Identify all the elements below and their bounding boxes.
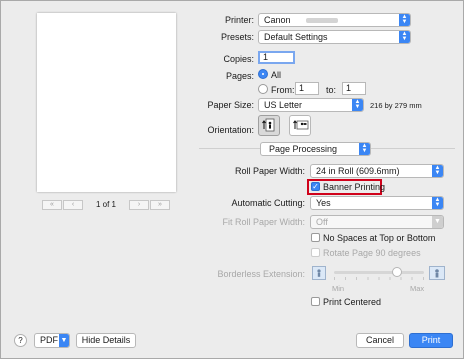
- last-page-button[interactable]: »: [150, 200, 170, 210]
- pages-to-field[interactable]: 1: [342, 82, 366, 95]
- paper-size-select[interactable]: US Letter ▲ ▼: [258, 98, 364, 112]
- no-spaces-label: No Spaces at Top or Bottom: [323, 233, 436, 243]
- roll-paper-width-select[interactable]: 24 in Roll (609.6mm) ▲ ▼: [310, 164, 444, 178]
- printer-name-blurred: [306, 18, 338, 23]
- print-centered-label: Print Centered: [323, 297, 382, 307]
- slider-max-label: Max: [410, 284, 425, 293]
- no-spaces-checkbox[interactable]: [311, 233, 320, 242]
- chevron-updown-icon: ▲ ▼: [399, 31, 410, 43]
- slider-track: [334, 271, 424, 274]
- hide-details-button[interactable]: Hide Details: [76, 333, 136, 348]
- borderless-extension-label: Borderless Extension:: [217, 269, 305, 279]
- landscape-icon: [293, 120, 309, 130]
- cancel-button[interactable]: Cancel: [356, 333, 404, 348]
- pdf-label: PDF: [40, 335, 58, 345]
- rotate-page-checkbox[interactable]: [311, 248, 320, 257]
- banner-printing-label: Banner Printing: [323, 182, 386, 192]
- fit-roll-paper-width-label: Fit Roll Paper Width:: [222, 217, 305, 227]
- paper-dimensions: 216 by 279 mm: [370, 101, 422, 110]
- slider-tick-marks: [334, 277, 424, 280]
- pages-label: Pages:: [225, 71, 254, 81]
- previous-page-button[interactable]: ‹: [63, 200, 83, 210]
- fit-roll-paper-width-select[interactable]: Off ▼: [310, 215, 444, 229]
- presets-select[interactable]: Default Settings ▲ ▼: [258, 30, 411, 44]
- automatic-cutting-select[interactable]: Yes ▲ ▼: [310, 196, 444, 210]
- chevron-updown-icon: ▲ ▼: [432, 165, 443, 177]
- print-button[interactable]: Print: [409, 333, 453, 348]
- pages-from-label: From:: [271, 85, 295, 95]
- portrait-orientation-button[interactable]: [258, 115, 280, 136]
- printer-value: Canon: [264, 15, 291, 25]
- borderless-extension-max-icon: [429, 266, 445, 280]
- pages-from-field[interactable]: 1: [295, 82, 319, 95]
- chevron-updown-icon: ▲ ▼: [352, 99, 363, 111]
- borderless-extension-slider[interactable]: [334, 264, 424, 282]
- chevron-down-icon: ▼: [59, 334, 69, 347]
- printer-select[interactable]: Canon ▲ ▼: [258, 13, 411, 27]
- page-preview: [37, 13, 176, 192]
- rotate-page-label: Rotate Page 90 degrees: [323, 248, 421, 258]
- first-page-button[interactable]: «: [42, 200, 62, 210]
- portrait-icon: [262, 118, 275, 132]
- chevron-down-icon: ▼: [432, 216, 443, 228]
- roll-paper-width-value: 24 in Roll (609.6mm): [316, 166, 400, 176]
- paper-size-value: US Letter: [264, 100, 303, 110]
- section-value: Page Processing: [269, 144, 338, 154]
- slider-min-label: Min: [332, 284, 345, 293]
- pdf-menu-button[interactable]: PDF ▼: [34, 333, 70, 348]
- pages-to-label: to:: [326, 85, 337, 95]
- copies-field[interactable]: 1: [258, 51, 295, 64]
- help-icon: ?: [18, 336, 23, 345]
- pages-from-radio[interactable]: [258, 84, 268, 94]
- automatic-cutting-value: Yes: [316, 198, 331, 208]
- banner-printing-checkbox[interactable]: ✓: [311, 182, 320, 191]
- chevron-updown-icon: ▲ ▼: [359, 143, 370, 155]
- orientation-label: Orientation:: [207, 125, 254, 135]
- chevron-updown-icon: ▲ ▼: [432, 197, 443, 209]
- help-button[interactable]: ?: [14, 334, 27, 347]
- paper-size-label: Paper Size:: [207, 100, 254, 110]
- page-indicator: 1 of 1: [95, 200, 116, 209]
- chevron-updown-icon: ▲ ▼: [399, 14, 410, 26]
- pages-all-label: All: [271, 70, 282, 80]
- presets-value: Default Settings: [264, 32, 328, 42]
- borderless-min-icon: [312, 266, 326, 280]
- roll-paper-width-label: Roll Paper Width:: [234, 166, 305, 176]
- next-page-button[interactable]: ›: [129, 200, 149, 210]
- print-dialog: « ‹ 1 of 1 › » Printer: Canon ▲ ▼ Presets…: [0, 0, 464, 359]
- fit-roll-paper-width-value: Off: [316, 217, 328, 227]
- print-centered-checkbox[interactable]: [311, 297, 320, 306]
- landscape-orientation-button[interactable]: [289, 115, 311, 136]
- section-select[interactable]: Page Processing ▲ ▼: [260, 142, 371, 156]
- copies-label: Copies:: [223, 54, 254, 64]
- printer-label: Printer:: [224, 15, 254, 25]
- presets-label: Presets:: [220, 32, 254, 42]
- slider-thumb[interactable]: [392, 267, 402, 277]
- automatic-cutting-label: Automatic Cutting:: [231, 198, 305, 208]
- pages-all-radio[interactable]: [258, 69, 268, 79]
